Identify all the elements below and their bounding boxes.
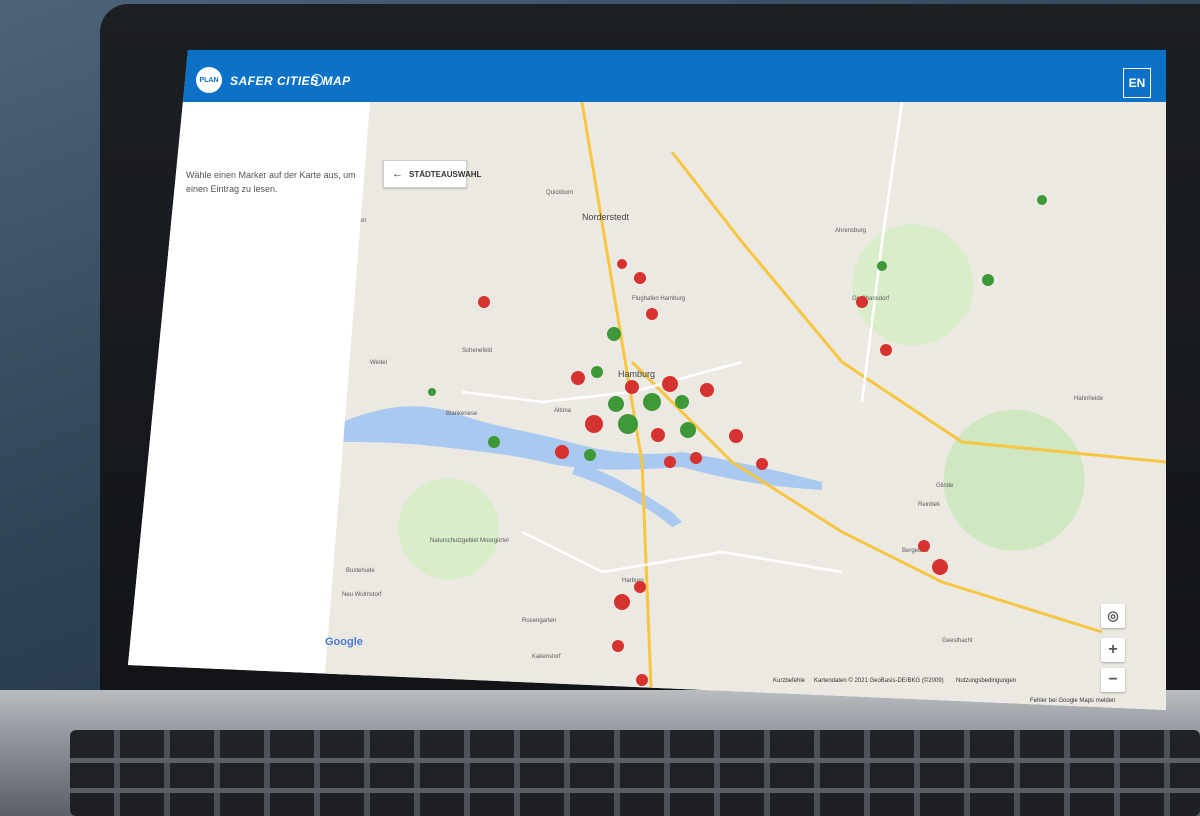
footer-shortcuts[interactable]: Kurzbefehle xyxy=(773,678,805,684)
port-water xyxy=(572,462,682,527)
map-marker[interactable] xyxy=(584,449,596,461)
map-marker[interactable] xyxy=(634,272,646,284)
map-marker[interactable] xyxy=(675,395,689,409)
place-label: Naturschutzgebiet Moorgürtel xyxy=(430,538,509,544)
app-header: PLAN SAFER CITIES MAP i EN xyxy=(128,50,1166,102)
map-marker[interactable] xyxy=(880,344,892,356)
map-canvas: Quickborn Norderstedt Ahrensburg Großhan… xyxy=(342,102,1166,710)
map-marker[interactable] xyxy=(664,456,676,468)
map-marker[interactable] xyxy=(856,296,868,308)
place-label: Neu Wulmstorf xyxy=(342,592,382,598)
road xyxy=(860,102,904,403)
map-marker[interactable] xyxy=(428,388,436,396)
map-marker[interactable] xyxy=(617,259,627,269)
keyboard xyxy=(70,730,1200,816)
place-label: Kakenstorf xyxy=(532,654,561,660)
map-marker[interactable] xyxy=(555,445,569,459)
zoom-in-button[interactable]: + xyxy=(1101,638,1125,662)
zoom-out-button[interactable]: − xyxy=(1101,668,1125,692)
page-title: SAFER CITIES MAP xyxy=(230,74,351,88)
place-label: Altona xyxy=(554,408,572,414)
map-marker[interactable] xyxy=(585,415,603,433)
map-marker[interactable] xyxy=(662,376,678,392)
place-label: Hamburg xyxy=(618,369,655,379)
map-marker[interactable] xyxy=(634,581,646,593)
footer-map-data: Kartendaten © 2021 GeoBasis-DE/BKG (©200… xyxy=(814,678,944,684)
city-selection-button[interactable]: ← STÄDTEAUSWAHL xyxy=(383,160,481,188)
map-marker[interactable] xyxy=(643,393,661,411)
map-marker[interactable] xyxy=(651,428,665,442)
motorway-a25 xyxy=(630,360,1103,634)
back-arrow-icon: ← xyxy=(392,168,403,180)
city-selection-label: STÄDTEAUSWAHL xyxy=(409,169,482,179)
map-marker[interactable] xyxy=(612,640,624,652)
place-label: Reinbek xyxy=(918,502,941,508)
place-label: Rosengarten xyxy=(522,618,556,624)
place-label: Norderstedt xyxy=(582,212,630,222)
map-marker[interactable] xyxy=(690,452,702,464)
plan-logo: PLAN xyxy=(196,67,222,93)
map-marker[interactable] xyxy=(700,383,714,397)
map-marker[interactable] xyxy=(1037,195,1047,205)
place-label: Quickborn xyxy=(546,190,573,196)
map-marker[interactable] xyxy=(478,296,490,308)
map-marker[interactable] xyxy=(625,380,639,394)
place-label: Flughafen Hamburg xyxy=(632,296,685,302)
map-marker[interactable] xyxy=(636,674,648,686)
map-marker[interactable] xyxy=(680,422,696,438)
location-icon[interactable]: ◎ xyxy=(1101,604,1125,628)
map-marker[interactable] xyxy=(591,366,603,378)
place-label: Schenefeld xyxy=(462,348,492,354)
footer-terms[interactable]: Nutzungsbedingungen xyxy=(956,678,1016,684)
laptop-screen: PLAN SAFER CITIES MAP i EN Wähle einen M… xyxy=(128,50,1166,710)
footer-report[interactable]: Fehler bei Google Maps melden xyxy=(1030,698,1115,704)
sidebar-hint: Wähle einen Marker auf der Karte aus, um… xyxy=(186,170,356,194)
map-marker[interactable] xyxy=(618,414,638,434)
language-button[interactable]: EN xyxy=(1123,68,1151,98)
place-label: Ahrensburg xyxy=(835,228,866,234)
google-logo: Google xyxy=(325,636,363,648)
place-label: Glinde xyxy=(936,483,954,489)
motorway-a1 xyxy=(670,151,1166,464)
place-label: Blankenese xyxy=(446,411,478,417)
map-marker[interactable] xyxy=(918,540,930,552)
map-marker[interactable] xyxy=(607,327,621,341)
map-marker[interactable] xyxy=(646,308,658,320)
road xyxy=(521,530,843,574)
map-area[interactable]: Quickborn Norderstedt Ahrensburg Großhan… xyxy=(322,102,1166,710)
info-icon[interactable]: i xyxy=(311,74,323,86)
place-label: Wedel xyxy=(370,360,387,366)
map-marker[interactable] xyxy=(488,436,500,448)
map-marker[interactable] xyxy=(756,458,768,470)
place-label: Hahnheide xyxy=(1074,396,1104,402)
map-marker[interactable] xyxy=(608,396,624,412)
place-label: Geesthacht xyxy=(942,638,973,644)
place-label: Buxtehude xyxy=(346,568,375,574)
map-marker[interactable] xyxy=(729,429,743,443)
map-marker[interactable] xyxy=(877,261,887,271)
map-marker[interactable] xyxy=(932,559,948,575)
map-marker[interactable] xyxy=(982,274,994,286)
road xyxy=(461,360,743,404)
map-marker[interactable] xyxy=(614,594,630,610)
map-marker[interactable] xyxy=(571,371,585,385)
